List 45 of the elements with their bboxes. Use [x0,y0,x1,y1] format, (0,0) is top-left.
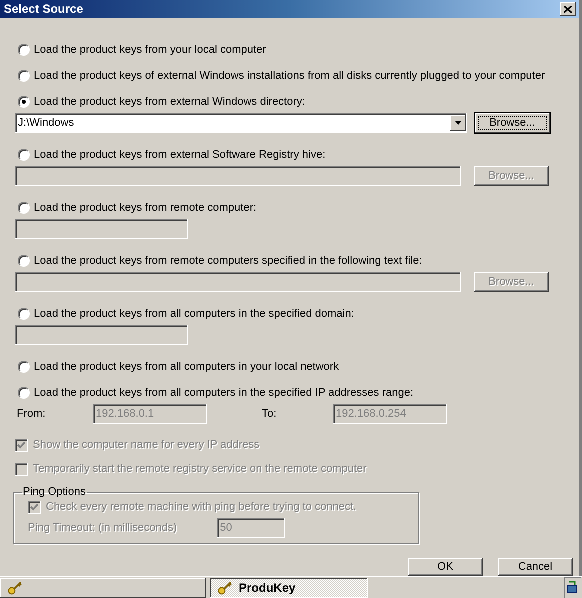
checkmark-icon [17,440,26,450]
taskbar-button[interactable]: ProduKey [210,578,368,598]
checkbox-label: Temporarily start the remote registry service on the remote computer [33,463,367,475]
to-label: To: [262,408,277,420]
browse-button[interactable]: Browse... [475,113,550,133]
option-label: Load the product keys of external Windows installations from all disks currently plugged to your computer [34,70,546,82]
text-field[interactable] [15,325,188,345]
option-label: Load the product keys from all computers in the specified domain: [34,308,354,320]
radio-button[interactable] [18,387,30,399]
checkbox-label: Show the computer name for every IP address [33,439,260,451]
dialog-button[interactable]: OK [408,558,483,576]
radio-button[interactable] [18,308,30,320]
option-label: Load the product keys from your local computer [34,44,266,56]
key-icon [7,580,23,596]
timeout-label: Ping Timeout: (in milliseconds) [28,522,178,534]
option-label: Load the product keys from remote computers specified in the following text file: [34,255,422,267]
from-label: From: [17,408,46,420]
checkbox-label: Check every remote machine with ping before trying to connect. [46,501,357,513]
dialog-button[interactable]: Cancel [498,558,573,576]
radio-button[interactable] [18,149,30,161]
path-field[interactable] [15,166,461,186]
radio-button[interactable] [18,255,30,267]
radio-button[interactable] [18,202,30,214]
text-field[interactable] [15,219,188,239]
radio-button[interactable] [18,44,30,56]
checkmark-icon [30,502,39,512]
taskbar-button[interactable] [0,578,206,598]
path-field[interactable] [15,272,461,292]
key-icon [217,580,233,596]
caret-icon [454,121,462,125]
option-label: Load the product keys from all computers in the specified IP addresses range: [34,387,414,399]
radio-button[interactable] [18,96,30,108]
option-label: Load the product keys from external Software Registry hive: [34,149,326,161]
option-label: Load the product keys from all computers in your local network [34,361,340,373]
close-icon [564,6,572,12]
network-icon [567,580,579,594]
group-title: Ping Options [23,486,86,498]
dropdown-button[interactable] [450,115,466,131]
directory-combo-box[interactable]: J:\Windows [15,113,467,133]
close-button[interactable] [560,2,576,16]
radio-button[interactable] [18,70,30,82]
option-label: Load the product keys from remote computer: [34,202,257,214]
window-title: Select Source [4,2,84,16]
radio-button[interactable] [18,361,30,373]
option-label: Load the product keys from external Windows directory: [34,96,306,108]
